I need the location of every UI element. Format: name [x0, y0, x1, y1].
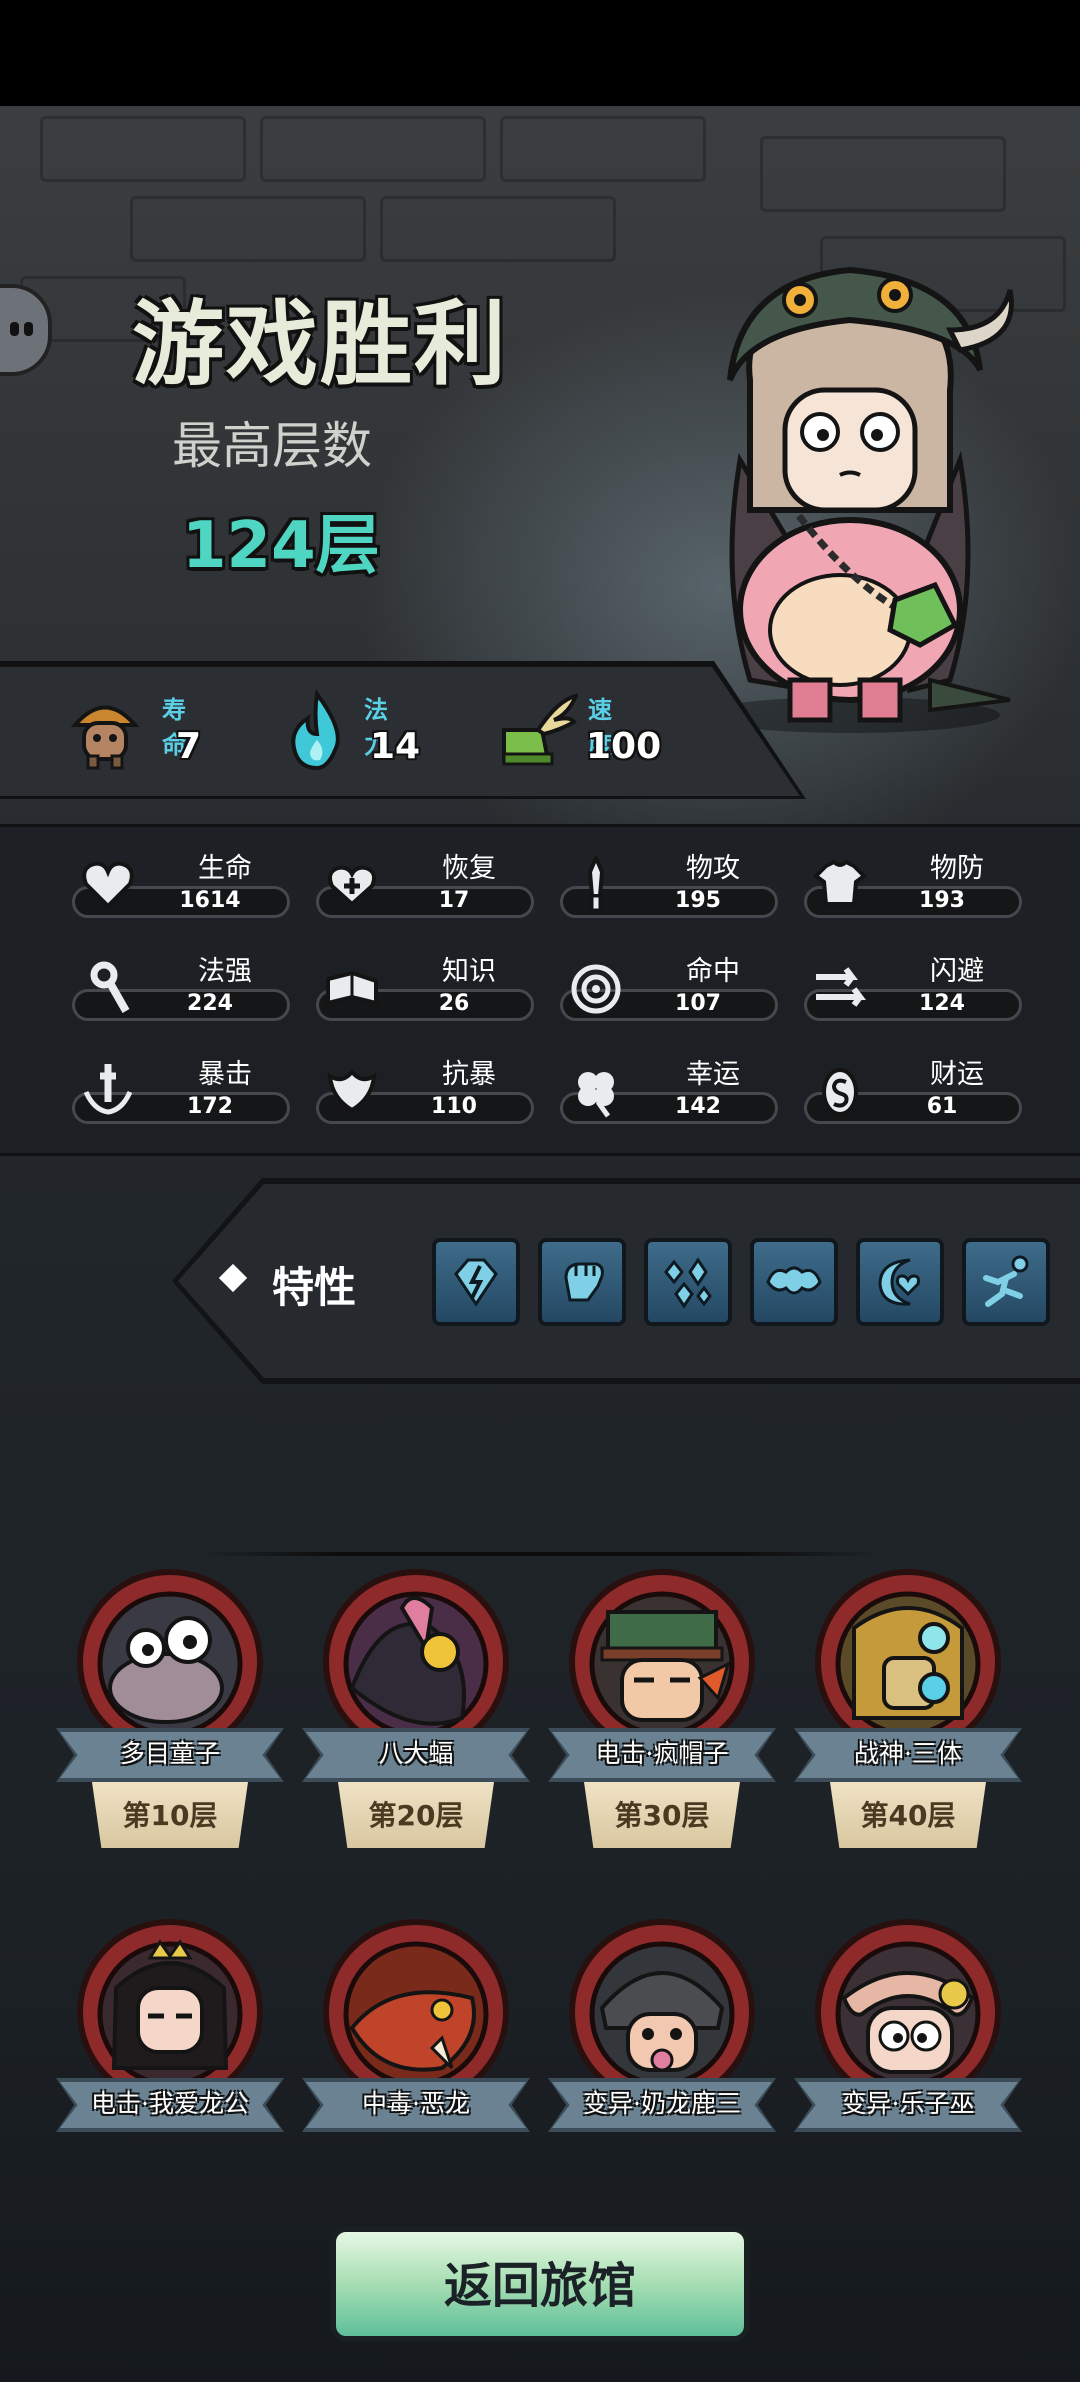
coin-icon — [822, 1068, 858, 1116]
attribute-name: 法强 — [198, 956, 252, 987]
heart-icon — [82, 861, 134, 909]
leaping-figure-icon[interactable] — [962, 1238, 1050, 1326]
armor-icon — [812, 859, 868, 906]
attribute-value: 142 — [675, 1094, 721, 1119]
page-title: 游戏胜利 — [132, 291, 509, 398]
boss-name: 中毒·恶龙 — [362, 2089, 470, 2118]
attribute-wealth: 财运 61 — [802, 1052, 1024, 1124]
boss-portrait-dragon-lover — [77, 1919, 263, 2105]
attribute-name: 命中 — [686, 956, 740, 987]
wall-brick — [130, 196, 366, 262]
heal-heart-icon — [328, 865, 376, 907]
book-icon — [326, 970, 378, 1006]
boss-floor: 第30层 — [614, 1799, 710, 1832]
target-icon — [571, 964, 621, 1014]
boss-floor: 第40层 — [860, 1799, 956, 1832]
gem-lightning-icon[interactable] — [432, 1238, 520, 1326]
boss-portrait-bat — [323, 1569, 509, 1755]
attribute-value: 107 — [675, 991, 721, 1016]
attribute-name: 财运 — [930, 1059, 984, 1090]
attribute-defense: 物防 193 — [802, 846, 1024, 918]
attribute-value: 1614 — [179, 888, 241, 913]
attribute-accuracy: 命中 107 — [558, 949, 780, 1021]
winged-boot-icon — [502, 693, 578, 766]
boss-name: 八大蝠 — [378, 1739, 454, 1768]
attribute-dodge: 闪避 124 — [802, 949, 1024, 1021]
critical-sword-icon — [83, 1064, 133, 1115]
attribute-name: 生命 — [198, 853, 252, 884]
fist-icon[interactable] — [538, 1238, 626, 1326]
attribute-name: 知识 — [442, 956, 496, 987]
mana-value: 14 — [370, 726, 421, 767]
mushroom-character-icon — [70, 705, 140, 770]
attribute-name: 幸运 — [686, 1059, 740, 1090]
wall-brick — [40, 116, 246, 182]
attribute-value: 224 — [187, 991, 233, 1016]
staff-icon — [90, 961, 130, 1013]
attribute-name: 物攻 — [686, 853, 740, 884]
wall-brick — [500, 116, 706, 182]
wall-brick — [380, 196, 616, 262]
attribute-attack: 物攻 195 — [558, 846, 780, 918]
attribute-name: 暴击 — [198, 1059, 252, 1090]
boss-name: 战神·三体 — [854, 1739, 962, 1768]
wall-brick — [760, 136, 1006, 212]
attribute-hp: 生命 1614 — [70, 846, 292, 918]
boss-name: 变异·奶龙鹿三 — [583, 2089, 741, 2118]
attribute-value: 110 — [431, 1094, 477, 1119]
boss-floor: 第10层 — [122, 1799, 218, 1832]
attribute-luck: 幸运 142 — [558, 1052, 780, 1124]
wall-brick — [260, 116, 486, 182]
hero-character-image — [700, 266, 1014, 733]
floor-value: 124层 — [182, 509, 380, 583]
attribute-name: 抗暴 — [442, 1059, 496, 1090]
boss-portrait-many-eyed-child — [77, 1569, 263, 1755]
boss-portrait-mad-hatter — [569, 1569, 755, 1755]
attribute-crit-resist: 抗暴 110 — [314, 1052, 536, 1124]
boss-floor: 第20层 — [368, 1799, 464, 1832]
attribute-critical: 暴击 172 — [70, 1052, 292, 1124]
attribute-value: 61 — [926, 1094, 958, 1119]
attribute-value: 195 — [675, 888, 721, 913]
boss-portrait-evil-dragon — [323, 1919, 509, 2105]
attribute-magic-power: 法强 224 — [70, 949, 292, 1021]
boss-portrait-war-god — [815, 1569, 1001, 1755]
traits-label: 特性 — [272, 1263, 357, 1312]
muscle-icon[interactable] — [750, 1238, 838, 1326]
return-to-inn-label: 返回旅馆 — [443, 2258, 636, 2314]
attribute-value: 193 — [919, 888, 965, 913]
crystals-icon[interactable] — [644, 1238, 732, 1326]
floor-label: 最高层数 — [172, 417, 372, 475]
moon-heart-icon[interactable] — [856, 1238, 944, 1326]
attribute-knowledge: 知识 26 — [314, 949, 536, 1021]
attribute-value: 124 — [919, 991, 965, 1016]
attribute-value: 26 — [438, 991, 470, 1016]
clover-icon — [578, 1072, 614, 1118]
boss-name: 变异·乐子巫 — [841, 2089, 975, 2118]
boss-portrait-jester-witch — [815, 1919, 1001, 2105]
attribute-value: 17 — [438, 888, 470, 913]
status-bar — [0, 0, 1080, 106]
speed-value: 100 — [586, 726, 662, 767]
boss-name: 多目童子 — [119, 1739, 220, 1768]
attribute-name: 恢复 — [442, 853, 496, 884]
boss-name: 电击·我爱龙公 — [91, 2089, 249, 2118]
boss-name: 电击·疯帽子 — [595, 1739, 729, 1768]
dodge-arrows-icon — [816, 967, 866, 1007]
section-divider — [200, 1552, 880, 1556]
attribute-regen: 恢复 17 — [314, 846, 536, 918]
lifespan-value: 7 — [176, 726, 202, 767]
boss-portrait-milk-dragon — [569, 1919, 755, 2105]
sword-icon — [587, 856, 605, 912]
shield-wing-icon — [327, 1068, 377, 1113]
attribute-value: 172 — [187, 1094, 233, 1119]
blue-flame-icon — [291, 690, 340, 770]
attribute-name: 闪避 — [930, 956, 984, 987]
attribute-name: 物防 — [930, 853, 984, 884]
